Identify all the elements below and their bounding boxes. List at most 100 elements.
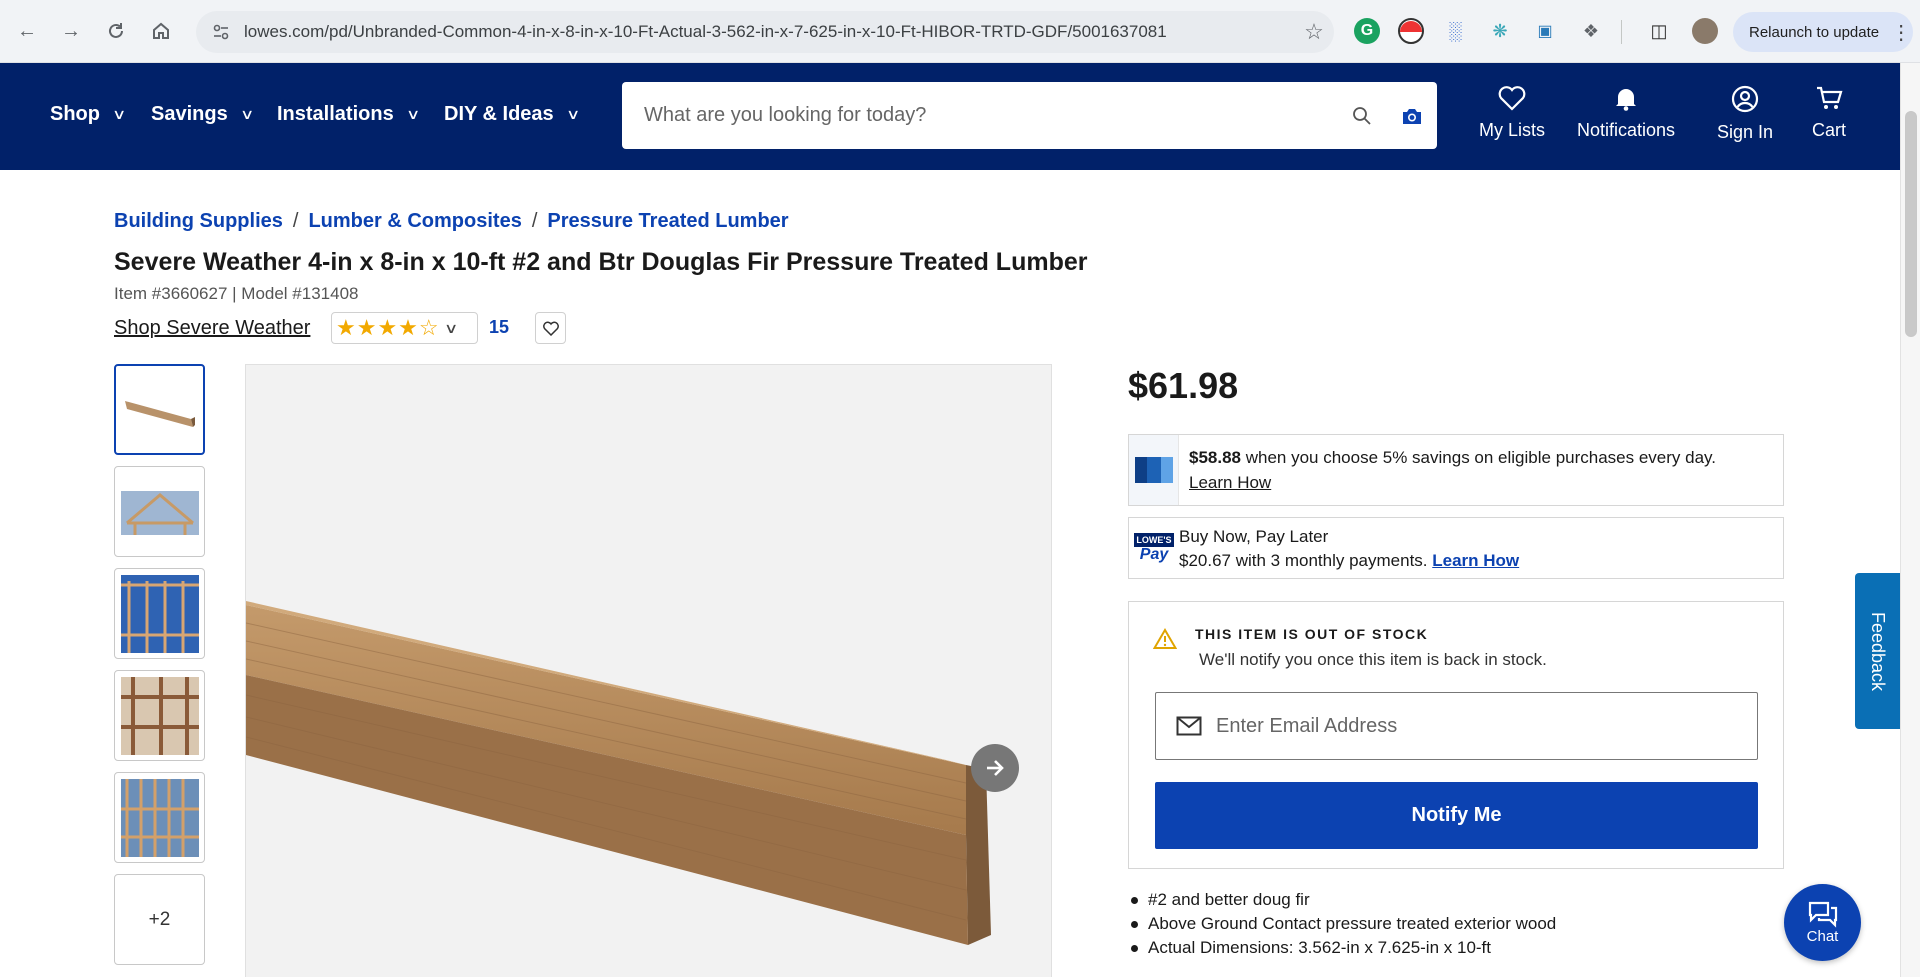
breadcrumb: Building Supplies / Lumber & Composites … [114, 210, 789, 233]
lowes-card-icon [1129, 435, 1179, 505]
rating-dropdown[interactable]: ★★★★☆ ∨ [331, 312, 478, 344]
review-count-link[interactable]: 15 [489, 317, 509, 338]
search-icon[interactable] [1337, 106, 1387, 126]
savings-text: $58.88 when you choose 5% savings on eli… [1179, 435, 1726, 505]
lumber-thumbnail-image [124, 400, 195, 427]
bookmark-star-icon[interactable]: ☆ [1294, 19, 1334, 45]
menu-diy-ideas-label: DIY & Ideas [444, 103, 554, 125]
search-input[interactable] [644, 104, 1337, 127]
chat-label: Chat [1806, 928, 1839, 945]
pay-later-text: Buy Now, Pay Later $20.67 with 3 monthly… [1179, 518, 1519, 578]
menu-shop-label: Shop [50, 103, 100, 125]
thumbnail-2[interactable] [114, 466, 205, 557]
page-scrollbar[interactable] [1900, 63, 1920, 977]
main-product-image[interactable] [245, 364, 1052, 977]
network-extension-icon[interactable]: ❋ [1487, 18, 1513, 44]
menu-diy-ideas[interactable]: DIY & Ideas ∨ [444, 103, 580, 126]
out-of-stock-subtext: We'll notify you once this item is back … [1199, 650, 1547, 669]
breadcrumb-building-supplies[interactable]: Building Supplies [114, 210, 283, 233]
menu-savings[interactable]: Savings ∨ [151, 103, 255, 126]
kebab-menu-icon[interactable]: ⋮ [1891, 20, 1911, 45]
cart-label: Cart [1812, 120, 1847, 140]
sign-in-label: Sign In [1717, 122, 1774, 142]
feature-item: Actual Dimensions: 3.562-in x 7.625-in x… [1130, 938, 1556, 957]
savings-description: when you choose 5% savings on eligible p… [1241, 448, 1717, 467]
user-icon [1731, 85, 1759, 113]
thumbnail-5[interactable] [114, 772, 205, 863]
feedback-tab[interactable]: Feedback [1855, 573, 1900, 729]
menu-shop[interactable]: Shop ∨ [50, 103, 127, 126]
email-field[interactable] [1216, 714, 1757, 738]
relaunch-label: Relaunch to update [1749, 23, 1880, 41]
feature-list: #2 and better doug fir Above Ground Cont… [1130, 890, 1557, 962]
add-to-list-button[interactable] [535, 312, 566, 344]
scrollbar-thumb[interactable] [1905, 111, 1917, 337]
lumber-product-image [246, 601, 991, 945]
reload-icon[interactable] [99, 14, 133, 48]
lowes-pay-logo-bottom: Pay [1139, 546, 1169, 563]
pay-later-installment: $20.67 with 3 monthly payments. [1179, 551, 1433, 570]
feedback-label: Feedback [1868, 611, 1888, 691]
framing-thumbnail-image [120, 778, 199, 857]
chevron-down-icon: ∨ [405, 106, 421, 122]
feature-item: #2 and better doug fir [1130, 890, 1556, 909]
feature-item: Above Ground Contact pressure treated ex… [1130, 914, 1557, 933]
camera-extension-icon[interactable]: ▣ [1532, 18, 1558, 44]
breadcrumb-lumber-composites[interactable]: Lumber & Composites [308, 210, 521, 233]
back-icon[interactable]: ← [10, 14, 44, 48]
breadcrumb-separator: / [531, 210, 538, 232]
home-icon[interactable] [144, 14, 178, 48]
chevron-down-icon: ∨ [111, 106, 127, 122]
more-thumbnails-button[interactable]: +2 [114, 874, 205, 965]
side-panel-icon[interactable]: ◫ [1646, 18, 1672, 44]
warning-icon [1153, 628, 1177, 649]
thumbnail-3[interactable] [114, 568, 205, 659]
framing-thumbnail-image [120, 490, 199, 535]
product-title: Severe Weather 4-in x 8-in x 10-ft #2 an… [114, 248, 1088, 276]
pay-later-card: LOWE'S Pay Buy Now, Pay Later $20.67 wit… [1128, 517, 1784, 579]
menu-installations-label: Installations [277, 103, 394, 125]
extensions-puzzle-icon[interactable]: ❖ [1578, 18, 1604, 44]
notify-me-button[interactable]: Notify Me [1155, 782, 1758, 849]
item-model-number: Item #3660627 | Model #131408 [114, 284, 359, 303]
cart-icon [1817, 86, 1843, 109]
arrow-right-icon [987, 760, 1004, 776]
address-bar[interactable]: lowes.com/pd/Unbranded-Common-4-in-x-8-i… [196, 11, 1334, 53]
breadcrumb-separator: / [292, 210, 299, 232]
pay-later-learn-how-link[interactable]: Learn How [1432, 551, 1519, 570]
chevron-down-icon: ∨ [239, 106, 255, 122]
breadcrumb-pressure-treated-lumber[interactable]: Pressure Treated Lumber [547, 210, 788, 233]
pay-later-title: Buy Now, Pay Later [1179, 527, 1329, 546]
notifications-label: Notifications [1577, 120, 1676, 140]
grammarly-extension-icon[interactable]: G [1354, 18, 1380, 44]
forward-icon[interactable]: → [54, 14, 88, 48]
star-rating: ★★★★☆ [336, 315, 440, 340]
email-field-wrapper [1155, 692, 1758, 760]
product-price: $61.98 [1128, 365, 1239, 406]
shop-brand-link[interactable]: Shop Severe Weather [114, 317, 310, 340]
camera-search-icon[interactable] [1387, 106, 1437, 126]
notifications-link[interactable]: Notifications [1577, 85, 1675, 141]
avatar[interactable] [1692, 18, 1718, 44]
url-text[interactable]: lowes.com/pd/Unbranded-Common-4-in-x-8-i… [244, 22, 1294, 42]
search-bar [622, 82, 1437, 149]
menu-installations[interactable]: Installations ∨ [277, 103, 421, 126]
toolbar-divider [1621, 20, 1622, 44]
chevron-down-icon: ∨ [443, 319, 458, 336]
heart-icon [1498, 86, 1526, 111]
thumbnail-1[interactable] [114, 364, 205, 455]
my-lists-link[interactable]: My Lists [1479, 85, 1545, 141]
next-image-button[interactable] [971, 744, 1019, 792]
more-thumbnails-label: +2 [148, 908, 171, 930]
chat-button[interactable]: Chat [1784, 884, 1861, 961]
pokeball-extension-icon[interactable] [1398, 18, 1424, 44]
cart-link[interactable]: Cart [1812, 85, 1846, 141]
out-of-stock-heading: THIS ITEM IS OUT OF STOCK [1195, 626, 1429, 642]
chart-extension-icon[interactable]: ░ [1442, 18, 1468, 44]
heart-icon [542, 321, 559, 336]
site-info-icon[interactable] [208, 19, 234, 45]
sign-in-link[interactable]: Sign In [1717, 85, 1773, 143]
thumbnail-4[interactable] [114, 670, 205, 761]
savings-learn-how-link[interactable]: Learn How [1189, 473, 1271, 492]
relaunch-button[interactable]: Relaunch to update ⋮ [1733, 12, 1913, 52]
